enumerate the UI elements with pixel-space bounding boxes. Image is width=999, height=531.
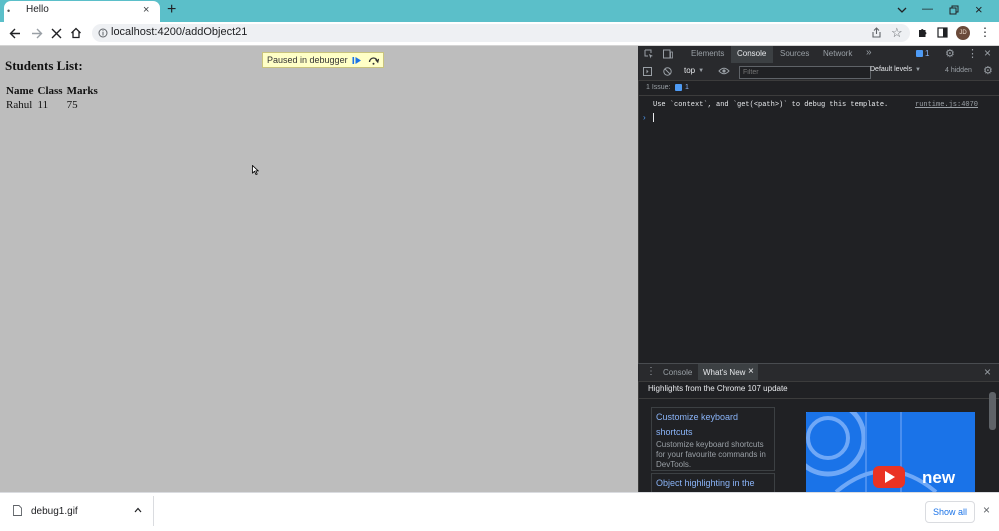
tab-loading-icon: • <box>7 6 11 16</box>
context-label: top <box>684 66 696 75</box>
chevron-up-icon[interactable] <box>134 507 142 513</box>
column-header-marks: Marks <box>66 85 98 97</box>
drawer-close-icon[interactable]: × <box>984 365 991 379</box>
device-toolbar-icon[interactable] <box>663 49 673 59</box>
extensions-icon[interactable] <box>917 27 928 38</box>
table-row: Rahul 11 75 <box>4 98 100 112</box>
tab-close-icon[interactable]: × <box>143 4 149 16</box>
home-icon[interactable] <box>70 27 82 39</box>
inspect-element-icon[interactable] <box>644 49 654 59</box>
share-icon[interactable] <box>871 27 882 38</box>
cell-name: Rahul <box>6 99 33 111</box>
hidden-messages-count: 4 hidden <box>945 67 972 74</box>
console-filter-input[interactable] <box>739 66 871 79</box>
show-all-button[interactable]: Show all <box>925 501 975 523</box>
card-desc-keyboard: Customize keyboard shortcuts for your fa… <box>656 440 766 469</box>
paused-label: Paused in debugger <box>267 55 348 65</box>
drawer-tab-console[interactable]: Console <box>663 368 692 377</box>
console-source-link[interactable]: runtime.js:4070 <box>915 101 978 109</box>
step-over-icon[interactable] <box>368 56 379 65</box>
log-levels-label: Default levels <box>870 66 913 73</box>
live-expression-eye-icon[interactable] <box>718 67 730 75</box>
clear-console-icon[interactable] <box>663 67 672 76</box>
context-selector[interactable]: top ▼ <box>684 66 704 75</box>
download-file-name[interactable]: debug1.gif <box>31 506 78 517</box>
drawer-tab-close-icon[interactable]: × <box>748 366 754 377</box>
column-header-class: Class <box>37 85 63 97</box>
tab-title[interactable]: Hello <box>26 4 49 15</box>
issues-counter[interactable]: 1 <box>916 49 929 58</box>
drawer-tab-whats-new[interactable]: What's New <box>703 368 745 377</box>
browser-menu-icon[interactable]: ⋮ <box>979 25 991 39</box>
site-info-icon[interactable] <box>98 28 108 38</box>
devtools-menu-icon[interactable]: ⋮ <box>967 47 978 60</box>
log-levels-dropdown[interactable]: Default levels ▼ <box>870 66 921 73</box>
promo-new-text: new <box>922 468 956 487</box>
context-dropdown-icon: ▼ <box>698 67 705 74</box>
side-panel-icon[interactable] <box>937 27 948 38</box>
drawer-menu-icon[interactable]: ⋮ <box>646 366 656 377</box>
table-header-row: Name Class Marks <box>4 84 100 98</box>
issues-bar[interactable] <box>638 80 999 96</box>
card-title-keyboard[interactable]: Customize keyboard shortcuts <box>656 410 770 440</box>
url-text[interactable]: localhost:4200/addObject21 <box>111 26 247 38</box>
file-icon <box>13 505 22 516</box>
devtools-settings-icon[interactable]: ⚙ <box>945 47 955 60</box>
download-item[interactable]: debug1.gif <box>8 498 148 524</box>
column-header-name: Name <box>6 85 34 97</box>
issues-count: 1 <box>925 49 930 58</box>
profile-initials: JD <box>959 30 967 36</box>
cell-class: 11 <box>37 99 49 111</box>
show-sidebar-icon[interactable] <box>643 67 652 76</box>
students-table: Name Class Marks Rahul 11 75 <box>4 84 100 112</box>
shelf-divider <box>153 496 154 526</box>
resume-icon[interactable] <box>352 56 362 65</box>
console-prompt-icon: › <box>643 113 646 122</box>
issues-label: 1 Issue: <box>646 84 671 91</box>
console-message: Use `context`, and `get(<path>)` to debu… <box>653 101 889 109</box>
minimize-icon[interactable]: — <box>922 3 933 15</box>
profile-avatar[interactable]: JD <box>956 26 970 40</box>
chevron-down-icon[interactable] <box>897 6 907 14</box>
window-close-icon[interactable]: × <box>975 2 983 17</box>
bookmark-star-icon[interactable]: ☆ <box>891 25 903 41</box>
shelf-close-icon[interactable]: × <box>983 503 990 517</box>
tab-network[interactable]: Network <box>823 49 852 58</box>
stop-loading-icon[interactable] <box>51 28 62 39</box>
console-input-caret[interactable] <box>653 113 654 122</box>
new-tab-button[interactable]: + <box>167 1 176 19</box>
page-viewport <box>0 46 638 492</box>
mouse-cursor-icon <box>252 165 259 175</box>
issue-message-icon <box>916 50 923 57</box>
card-title-object[interactable]: Object highlighting in the <box>656 476 770 491</box>
page-title: Students List: <box>5 58 83 73</box>
highlights-title: Highlights from the Chrome 107 update <box>648 384 788 393</box>
cell-marks: 75 <box>66 99 78 111</box>
forward-icon[interactable] <box>31 28 43 39</box>
back-icon[interactable] <box>9 28 21 39</box>
whats-new-card-object-highlighting[interactable]: Object highlighting in the <box>651 473 775 493</box>
issues-bar-count[interactable]: 1 <box>685 84 689 91</box>
tab-sources[interactable]: Sources <box>780 49 809 58</box>
tab-elements[interactable]: Elements <box>691 49 724 58</box>
issues-info-icon <box>675 84 682 91</box>
tab-console[interactable]: Console <box>737 49 766 58</box>
restore-icon[interactable] <box>949 5 959 15</box>
chrome-update-promo-image[interactable]: new <box>806 412 975 492</box>
console-settings-icon[interactable]: ⚙ <box>983 64 993 77</box>
devtools-close-icon[interactable]: × <box>984 46 991 60</box>
paused-in-debugger-banner: Paused in debugger <box>262 52 384 68</box>
more-tabs-icon[interactable]: » <box>866 47 872 58</box>
levels-dropdown-icon: ▼ <box>915 66 921 73</box>
download-shelf <box>0 492 999 531</box>
whats-new-card-keyboard[interactable]: Customize keyboard shortcuts Customize k… <box>651 407 775 471</box>
drawer-scrollbar[interactable] <box>989 392 996 430</box>
